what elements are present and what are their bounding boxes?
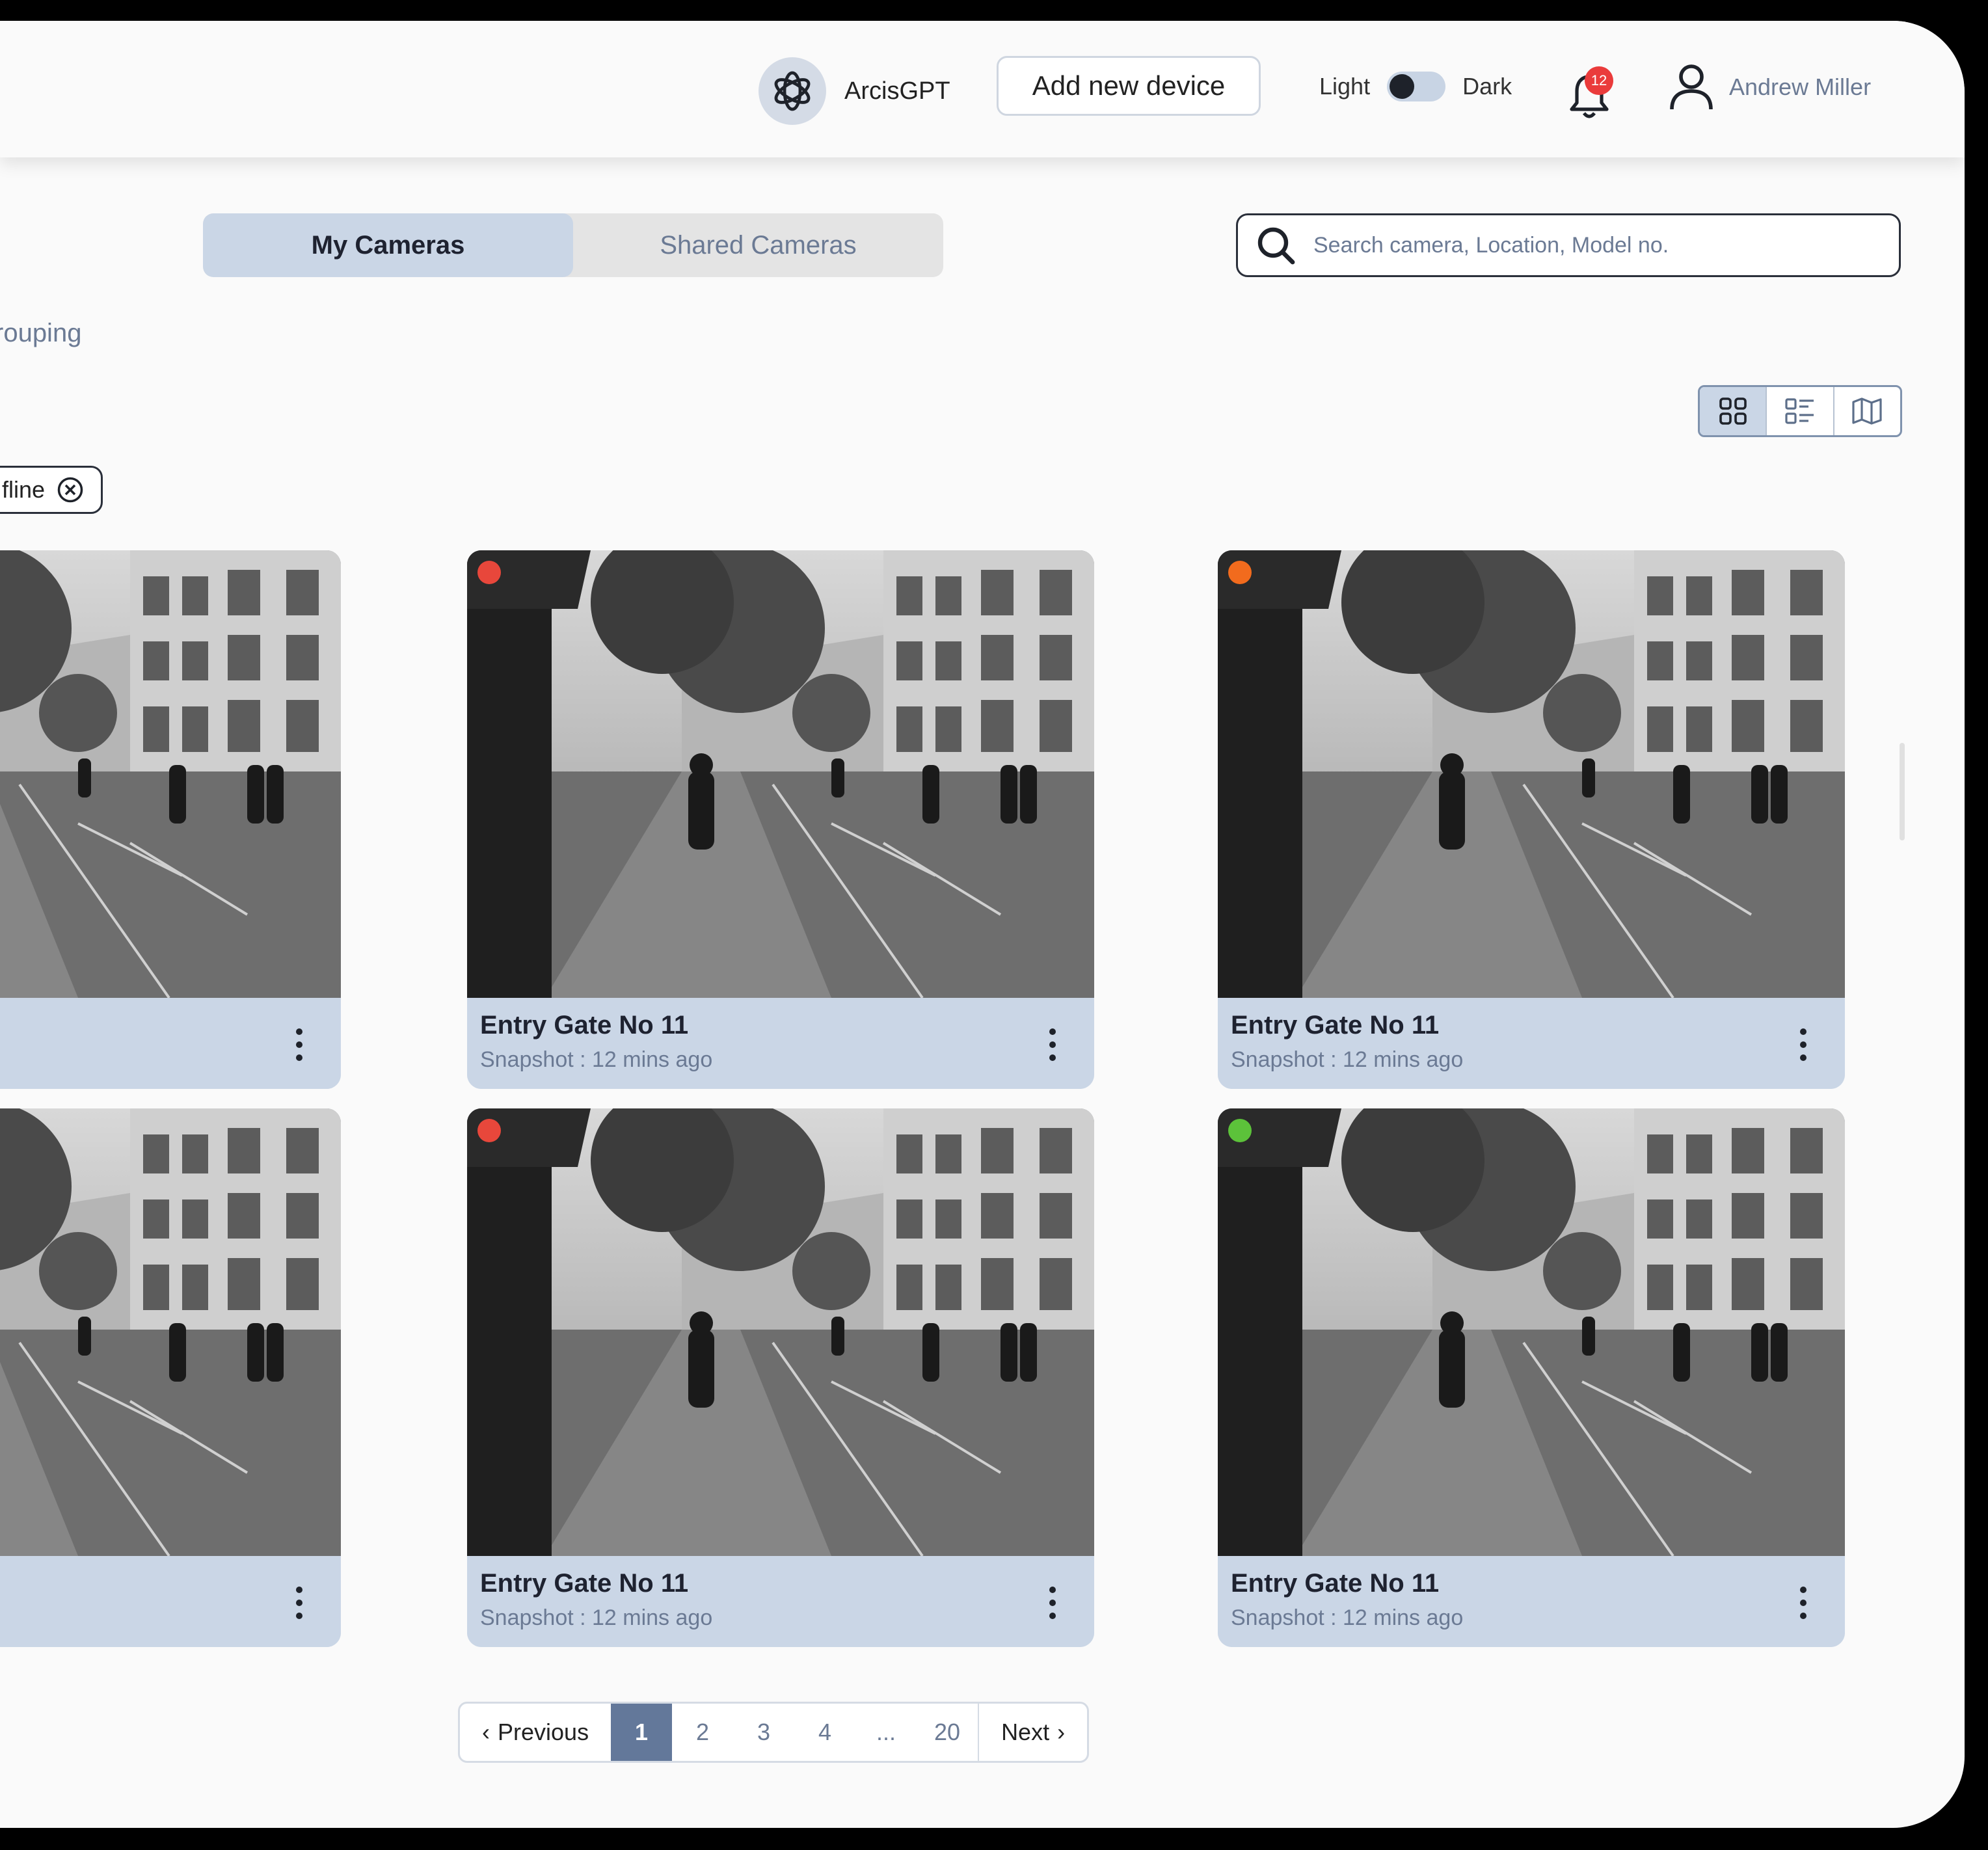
chevron-left-icon: ‹ [482, 1719, 490, 1745]
page-4-button[interactable]: 4 [794, 1704, 855, 1761]
more-options-icon[interactable] [1799, 1026, 1807, 1063]
camera-snapshot[interactable] [1218, 1108, 1845, 1556]
camera-card[interactable]: Entry Gate No 11 Snapshot : 12 mins ago [467, 550, 1094, 1089]
camera-card[interactable] [0, 550, 341, 1089]
next-label: Next [1001, 1719, 1050, 1745]
page-ellipsis: ... [876, 1719, 896, 1745]
camera-card-footer [0, 1000, 341, 1089]
status-dot-red [477, 1119, 501, 1142]
previous-page-button[interactable]: ‹ Previous [460, 1704, 611, 1761]
map-view-icon[interactable] [1833, 387, 1900, 435]
top-bar: ArcisGPT Add new device Light Dark 12 An… [0, 21, 1965, 157]
toggle-knob [1390, 74, 1415, 99]
camera-title: Entry Gate No 11 [480, 1011, 689, 1039]
search-input[interactable] [1312, 232, 1848, 259]
camera-title: Entry Gate No 11 [1231, 1011, 1440, 1039]
camera-snapshot-time: Snapshot : 12 mins ago [480, 1047, 713, 1072]
theme-light-label: Light [1319, 73, 1371, 100]
camera-snapshot-time: Snapshot : 12 mins ago [1231, 1047, 1464, 1072]
pagination: ‹ Previous 1 2 3 4 ... 20 Next › [458, 1702, 1090, 1763]
tab-my-cameras[interactable]: My Cameras [203, 213, 573, 277]
camera-snapshot-time: Snapshot : 12 mins ago [480, 1605, 713, 1630]
user-menu[interactable]: Andrew Miller [1669, 64, 1871, 111]
search-icon [1257, 227, 1295, 265]
notification-badge: 12 [1585, 66, 1613, 95]
camera-tabs: My Cameras Shared Cameras [203, 213, 943, 277]
camera-card[interactable]: Entry Gate No 11 Snapshot : 12 mins ago [467, 1108, 1094, 1647]
brand-name: ArcisGPT [844, 77, 950, 105]
grid-view-icon[interactable] [1700, 387, 1766, 435]
more-options-icon[interactable] [295, 1585, 303, 1621]
theme-switch: Light Dark [1319, 72, 1512, 101]
filter-chip-offline[interactable]: fline [0, 466, 103, 514]
view-mode-toggle [1698, 385, 1902, 437]
more-options-icon[interactable] [1049, 1585, 1056, 1621]
status-dot-red [477, 561, 501, 584]
close-circle-icon[interactable] [57, 476, 84, 503]
filter-chip-label: fline [2, 476, 46, 503]
user-icon [1670, 64, 1713, 110]
camera-card-footer: Entry Gate No 11 Snapshot : 12 mins ago [467, 1559, 1094, 1647]
camera-snapshot[interactable] [467, 1108, 1094, 1556]
camera-card-footer: Entry Gate No 11 Snapshot : 12 mins ago [1218, 1559, 1845, 1647]
openai-logo-icon [759, 57, 826, 125]
add-new-device-button[interactable]: Add new device [997, 56, 1261, 116]
user-name: Andrew Miller [1729, 74, 1872, 100]
previous-label: Previous [498, 1719, 589, 1745]
status-dot-green [1228, 1119, 1252, 1142]
app-screen: ArcisGPT Add new device Light Dark 12 An… [0, 21, 1965, 1828]
status-dot-orange [1228, 561, 1252, 584]
next-page-button[interactable]: Next › [978, 1704, 1087, 1761]
chevron-right-icon: › [1057, 1719, 1066, 1745]
camera-card[interactable] [0, 1108, 341, 1647]
list-view-icon[interactable] [1766, 387, 1833, 435]
page-2-button[interactable]: 2 [672, 1704, 733, 1761]
brand[interactable]: ArcisGPT [759, 57, 950, 125]
camera-title: Entry Gate No 11 [1231, 1569, 1440, 1598]
camera-card-footer: Entry Gate No 11 Snapshot : 12 mins ago [467, 1000, 1094, 1089]
camera-title: Entry Gate No 11 [480, 1569, 689, 1598]
camera-card[interactable]: Entry Gate No 11 Snapshot : 12 mins ago [1218, 1108, 1845, 1647]
camera-snapshot-time: Snapshot : 12 mins ago [1231, 1605, 1464, 1630]
page-1-button[interactable]: 1 [611, 1704, 673, 1761]
camera-snapshot[interactable] [1218, 550, 1845, 998]
camera-snapshot[interactable] [467, 550, 1094, 998]
more-options-icon[interactable] [295, 1026, 303, 1063]
search-box [1236, 213, 1901, 277]
camera-snapshot[interactable] [0, 1108, 341, 1556]
tab-shared-cameras[interactable]: Shared Cameras [573, 213, 943, 277]
theme-toggle[interactable] [1387, 72, 1446, 101]
page-3-button[interactable]: 3 [733, 1704, 794, 1761]
camera-snapshot[interactable] [0, 550, 341, 998]
grouping-label[interactable]: rouping [0, 319, 81, 348]
scrollbar[interactable] [1900, 743, 1905, 840]
page-20-button[interactable]: 20 [917, 1704, 978, 1761]
more-options-icon[interactable] [1799, 1585, 1807, 1621]
theme-dark-label: Dark [1462, 73, 1512, 100]
camera-card-footer [0, 1559, 341, 1647]
more-options-icon[interactable] [1049, 1026, 1056, 1063]
camera-card[interactable]: Entry Gate No 11 Snapshot : 12 mins ago [1218, 550, 1845, 1089]
camera-card-footer: Entry Gate No 11 Snapshot : 12 mins ago [1218, 1000, 1845, 1089]
